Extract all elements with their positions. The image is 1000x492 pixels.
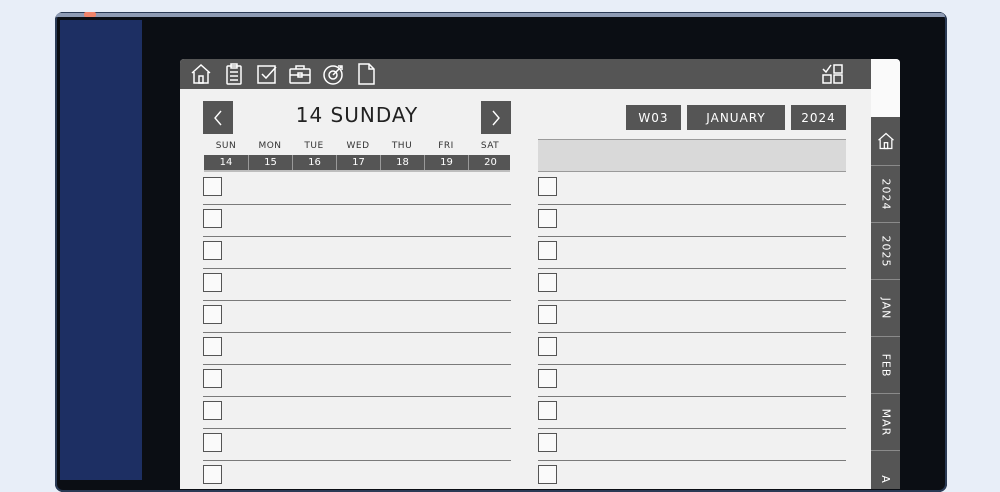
task-line[interactable] [203,460,511,461]
task-checkbox[interactable] [203,337,222,356]
date-link[interactable]: 14 [204,155,248,170]
task-line[interactable] [538,396,846,397]
task-checkbox[interactable] [538,369,557,388]
chevron-left-icon [214,110,222,125]
date-link[interactable]: 15 [248,155,292,170]
chevron-right-icon [492,110,500,125]
task-checkbox[interactable] [203,401,222,420]
task-line[interactable] [203,204,511,205]
weekday-label: WED [346,141,370,151]
date-link[interactable]: 18 [380,155,424,170]
weekday-label: THU [391,141,413,151]
tab-year-2024[interactable]: 2024 [871,166,900,223]
device-edge [56,13,945,17]
planner-screen: 2024 2025 JAN FEB MAR A 14 SUNDAY W03 JA… [180,59,900,489]
task-checkbox[interactable] [203,209,222,228]
divider [204,170,510,172]
weekday-label: MON [258,141,282,151]
top-toolbar [180,59,871,89]
task-line[interactable] [538,204,846,205]
month-button[interactable]: JANUARY [687,105,785,130]
task-checkbox[interactable] [203,177,222,196]
task-line[interactable] [538,268,846,269]
task-checkbox[interactable] [538,241,557,260]
task-line[interactable] [538,364,846,365]
tab-year-2025[interactable]: 2025 [871,223,900,280]
status-led [84,12,96,17]
device-side-panel [60,20,142,480]
task-line[interactable] [203,428,511,429]
notes-header-field[interactable] [538,139,846,172]
task-checkbox[interactable] [203,465,222,484]
task-checkbox[interactable] [538,337,557,356]
task-line[interactable] [203,300,511,301]
task-line[interactable] [203,396,511,397]
tab-feb[interactable]: FEB [871,337,900,394]
next-day-button[interactable] [481,101,511,134]
date-link[interactable]: 17 [336,155,380,170]
tab-strip-top [871,59,900,119]
task-checkbox[interactable] [203,433,222,452]
task-line[interactable] [538,332,846,333]
task-line[interactable] [538,300,846,301]
task-checkbox[interactable] [203,305,222,324]
tab-apr[interactable]: A [871,451,900,489]
task-line[interactable] [203,332,511,333]
weekday-label: SUN [215,141,237,151]
briefcase-icon[interactable] [288,62,312,86]
task-line[interactable] [538,236,846,237]
page-icon[interactable] [354,62,378,86]
task-checkbox[interactable] [538,273,557,292]
task-checkbox[interactable] [203,241,222,260]
clipboard-icon[interactable] [222,62,246,86]
weekday-label: TUE [304,141,324,151]
task-line[interactable] [203,268,511,269]
checkbox-icon[interactable] [255,62,279,86]
date-link[interactable]: 20 [468,155,512,170]
tab-mar[interactable]: MAR [871,394,900,451]
date-link[interactable]: 16 [292,155,336,170]
prev-day-button[interactable] [203,101,233,134]
goal-icon[interactable] [321,62,345,86]
task-checkbox[interactable] [203,273,222,292]
year-button[interactable]: 2024 [791,105,846,130]
task-checkbox[interactable] [203,369,222,388]
tab-jan[interactable]: JAN [871,280,900,337]
tab-home[interactable] [871,117,900,166]
task-line[interactable] [203,364,511,365]
task-checkbox[interactable] [538,177,557,196]
home-icon [877,132,894,150]
task-checkbox[interactable] [538,209,557,228]
checklist-grid-icon[interactable] [821,62,845,86]
task-checkbox[interactable] [538,433,557,452]
week-button[interactable]: W03 [626,105,681,130]
task-line[interactable] [538,428,846,429]
task-checkbox[interactable] [538,305,557,324]
task-line[interactable] [538,460,846,461]
page-title: 14 SUNDAY [295,103,419,127]
task-checkbox[interactable] [538,401,557,420]
task-line[interactable] [203,236,511,237]
date-link[interactable]: 19 [424,155,468,170]
weekday-label: FRI [438,141,454,151]
home-icon[interactable] [189,62,213,86]
side-tab-strip: 2024 2025 JAN FEB MAR A [871,117,900,489]
task-checkbox[interactable] [538,465,557,484]
weekday-label: SAT [480,141,500,151]
